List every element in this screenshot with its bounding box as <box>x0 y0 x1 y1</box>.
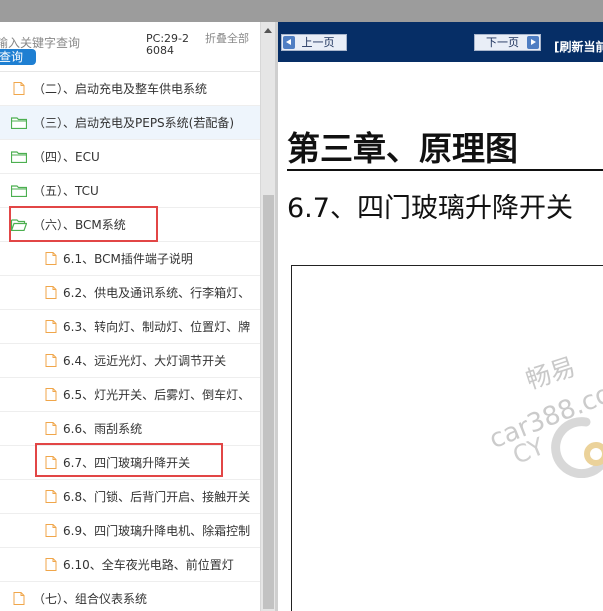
tree-item-label: （六）、BCM系统 <box>33 218 126 232</box>
tree-item-6-1[interactable]: 6.1、BCM插件端子说明 <box>0 242 260 276</box>
scroll-thumb[interactable] <box>263 195 274 609</box>
arrow-left-icon <box>283 36 295 49</box>
tree-item-label: 6.9、四门玻璃升降电机、除霜控制 <box>63 524 251 538</box>
prev-page-label: 上一页 <box>301 36 335 49</box>
folder-icon <box>11 151 27 163</box>
tree-item-label: 6.10、全车夜光电路、前位置灯 <box>63 558 234 572</box>
tree-item-6-4[interactable]: 6.4、远近光灯、大灯调节开关 <box>0 344 260 378</box>
document-view: 第三章、原理图 6.7、四门玻璃升降开关 畅易 car388.co CY <box>278 62 603 611</box>
folder-icon <box>11 185 27 197</box>
file-icon <box>45 354 57 367</box>
scroll-up-arrow-icon[interactable] <box>264 28 272 33</box>
next-page-label: 下一页 <box>486 36 519 49</box>
tree-item-label: 6.7、四门玻璃升降开关 <box>63 456 191 470</box>
folder-open-icon <box>11 219 27 231</box>
tree-item-6-3[interactable]: 6.3、转向灯、制动灯、位置灯、牌 <box>0 310 260 344</box>
file-icon <box>45 320 57 333</box>
tree-item-label: （七）、组合仪表系统 <box>33 592 148 606</box>
folder-icon <box>11 117 27 129</box>
sidebar-scrollbar[interactable] <box>260 22 275 611</box>
tree-item-system-07[interactable]: （七）、组合仪表系统 <box>0 582 260 611</box>
file-icon <box>45 422 57 435</box>
tree-item-6-6[interactable]: 6.6、雨刮系统 <box>0 412 260 446</box>
tree-item-label: 6.8、门锁、后背门开启、接触开关 <box>63 490 251 504</box>
prev-page-button[interactable]: 上一页 <box>281 34 347 51</box>
file-icon <box>45 252 57 265</box>
tree-item-6-8[interactable]: 6.8、门锁、后背门开启、接触开关 <box>0 480 260 514</box>
refresh-link[interactable]: [刷新当前 <box>554 38 603 55</box>
tree-item-label: 6.3、转向灯、制动灯、位置灯、牌 <box>63 320 251 334</box>
section-title: 6.7、四门玻璃升降开关 <box>287 193 573 224</box>
file-icon <box>13 592 25 605</box>
tree-item-system-06[interactable]: （六）、BCM系统 <box>0 208 260 242</box>
file-icon <box>45 456 57 469</box>
tree-item-6-10[interactable]: 6.10、全车夜光电路、前位置灯 <box>0 548 260 582</box>
tree-item-label: 6.5、灯光开关、后雾灯、倒车灯、 <box>63 388 251 402</box>
tree-item-label: （三）、启动充电及PEPS系统(若配备) <box>33 116 235 130</box>
watermark-logo-icon <box>551 417 603 478</box>
top-strip <box>0 0 603 22</box>
fold-all-button[interactable]: 折叠全部 <box>205 33 249 45</box>
tree-item-label: 6.1、BCM插件端子说明 <box>63 252 193 266</box>
tree-item-label: 6.2、供电及通讯系统、行李箱灯、 <box>63 286 251 300</box>
tree-item-6-5[interactable]: 6.5、灯光开关、后雾灯、倒车灯、 <box>0 378 260 412</box>
sidebar-tree: 输入关键字查询 查询 PC:29-26084 折叠全部 （二）、启动充电及整车供… <box>0 22 260 611</box>
chapter-title: 第三章、原理图 <box>287 129 518 168</box>
title-rule <box>287 169 603 171</box>
file-icon <box>45 388 57 401</box>
tree-item-label: （二）、启动充电及整车供电系统 <box>33 82 208 96</box>
tree-item-label: （五）、TCU <box>33 184 99 198</box>
tree-item-system-05[interactable]: （五）、TCU <box>0 174 260 208</box>
search-row: 输入关键字查询 查询 PC:29-26084 折叠全部 <box>0 22 260 72</box>
tree-item-6-9[interactable]: 6.9、四门玻璃升降电机、除霜控制 <box>0 514 260 548</box>
tree-item-system-03[interactable]: （三）、启动充电及PEPS系统(若配备) <box>0 106 260 140</box>
file-icon <box>45 286 57 299</box>
file-icon <box>13 82 25 95</box>
tree-item-label: （四）、ECU <box>33 150 100 164</box>
tree-item-system-04[interactable]: （四）、ECU <box>0 140 260 174</box>
tree-item-label: 6.6、雨刮系统 <box>63 422 143 436</box>
document-toolbar: 上一页 下一页 [刷新当前 <box>278 22 603 62</box>
tree-item-label: 6.4、远近光灯、大灯调节开关 <box>63 354 227 368</box>
file-icon <box>45 558 57 571</box>
file-icon <box>45 490 57 503</box>
file-icon <box>45 524 57 537</box>
arrow-right-icon <box>527 36 539 49</box>
query-button[interactable]: 查询 <box>0 49 36 65</box>
tree-item-6-2[interactable]: 6.2、供电及通讯系统、行李箱灯、 <box>0 276 260 310</box>
pc-code-label: PC:29-26084 <box>146 32 189 57</box>
tree-item-system-02[interactable]: （二）、启动充电及整车供电系统 <box>0 72 260 106</box>
next-page-button[interactable]: 下一页 <box>474 34 541 51</box>
tree-item-6-7[interactable]: 6.7、四门玻璃升降开关 <box>0 446 260 480</box>
